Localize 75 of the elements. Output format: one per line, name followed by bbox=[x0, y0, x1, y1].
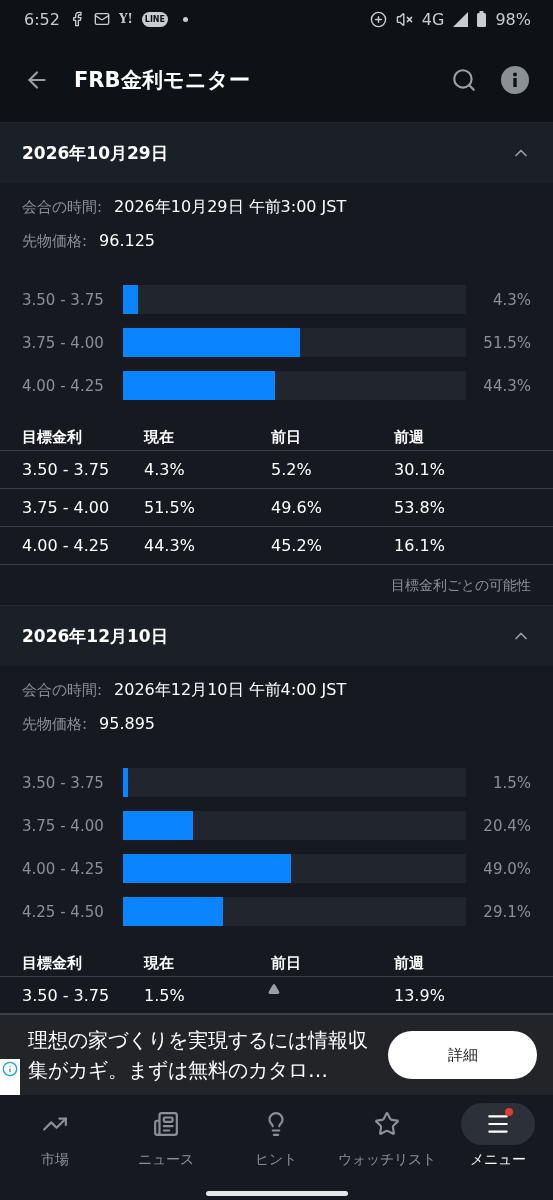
meeting-date: 2026年12月10日 bbox=[22, 624, 169, 648]
column-header: 現在 bbox=[144, 953, 175, 973]
column-header: 目標金利 bbox=[22, 427, 83, 447]
rate-range-label: 4.00 - 4.25 bbox=[22, 376, 105, 395]
nav-tab[interactable]: 市場 bbox=[0, 1103, 111, 1169]
probability-value: 51.5% bbox=[482, 333, 531, 352]
table-cell-text: 53.8% bbox=[394, 498, 446, 517]
meeting-time: 2026年12月10日 午前4:00 JST bbox=[114, 680, 347, 701]
futures-price-label: 先物価格: bbox=[22, 715, 88, 734]
meeting-time: 2026年10月29日 午前3:00 JST bbox=[114, 197, 347, 218]
notification-icon: LINE bbox=[141, 11, 168, 27]
rate-range-label: 3.75 - 4.00 bbox=[22, 333, 105, 352]
probability-value: 44.3% bbox=[482, 376, 531, 395]
meeting-time-label: 会合の時間: bbox=[22, 198, 103, 217]
table-cell-text: 3.50 - 3.75 bbox=[22, 986, 111, 1005]
rate-range-label: 3.50 - 3.75 bbox=[22, 773, 105, 792]
ad-text[interactable]: 理想の家づくりを実現するには情報収集がカギ。まずは無料のカタロ… bbox=[28, 1025, 374, 1085]
data-saver-icon bbox=[369, 10, 387, 28]
meeting-date: 2026年10月29日 bbox=[22, 141, 169, 165]
battery-icon bbox=[477, 11, 487, 27]
rate-range-label: 4.00 - 4.25 bbox=[22, 859, 105, 878]
column-header: 前日 bbox=[271, 427, 302, 447]
column-header: 前週 bbox=[394, 427, 425, 447]
probability-value: 20.4% bbox=[482, 816, 531, 835]
star-icon bbox=[374, 1111, 401, 1137]
nav-tab[interactable]: ニュース bbox=[110, 1103, 222, 1169]
column-header: 前週 bbox=[394, 953, 425, 973]
probability-value: 29.1% bbox=[482, 902, 531, 921]
signal-icon bbox=[453, 11, 469, 27]
nav-tab[interactable]: ウォッチリスト bbox=[331, 1103, 443, 1169]
mute-icon bbox=[395, 10, 413, 28]
clock: 6:52 bbox=[24, 9, 60, 29]
rate-range-label: 4.25 - 4.50 bbox=[22, 902, 105, 921]
probability-value: 4.3% bbox=[491, 290, 531, 309]
table-cell-text: 13.9% bbox=[394, 986, 446, 1005]
table-cell-text: 51.5% bbox=[144, 498, 196, 517]
ad-details-button[interactable]: 詳細 bbox=[388, 1031, 537, 1079]
battery-level: 98% bbox=[495, 9, 531, 29]
column-header: 現在 bbox=[144, 427, 175, 447]
table-cell-text: 5.2% bbox=[271, 460, 313, 479]
info-button[interactable] bbox=[501, 66, 529, 94]
table-cell-text: 1.5% bbox=[144, 986, 186, 1005]
column-header: 目標金利 bbox=[22, 953, 83, 973]
column-header: 前日 bbox=[271, 953, 302, 973]
search-button[interactable] bbox=[451, 67, 477, 93]
table-cell-text: 4.00 - 4.25 bbox=[22, 536, 111, 555]
probability-value: 49.0% bbox=[482, 859, 531, 878]
notification-icon: Y! bbox=[118, 12, 133, 26]
section-header[interactable]: 2026年12月10日 bbox=[0, 605, 553, 666]
mail-icon bbox=[93, 11, 110, 27]
table-cell-text: 3.75 - 4.00 bbox=[22, 498, 111, 517]
meeting-time-label: 会合の時間: bbox=[22, 681, 103, 700]
newspaper-icon bbox=[152, 1111, 179, 1137]
probability-value: 1.5% bbox=[491, 773, 531, 792]
table-cell-text: 45.2% bbox=[271, 536, 323, 555]
nav-tab[interactable]: ヒント bbox=[221, 1103, 332, 1169]
table-cell-text: 44.3% bbox=[144, 536, 196, 555]
rate-range-label: 3.50 - 3.75 bbox=[22, 290, 105, 309]
nav-tab[interactable]: メニュー bbox=[442, 1103, 553, 1169]
more-notifications-dot bbox=[183, 16, 188, 22]
table-cell-text: 4.3% bbox=[144, 460, 186, 479]
network-type: 4G bbox=[421, 9, 445, 29]
table-cell-text: 16.1% bbox=[394, 536, 446, 555]
futures-price-label: 先物価格: bbox=[22, 232, 88, 251]
section-header[interactable]: 2026年10月29日 bbox=[0, 122, 553, 183]
ad-info-icon[interactable] bbox=[0, 1059, 20, 1095]
table-cell-text: 49.6% bbox=[271, 498, 323, 517]
futures-price: 95.895 bbox=[99, 714, 156, 733]
table-footnote: 目標金利ごとの可能性 bbox=[391, 577, 531, 595]
page-title: FRB金利モニター bbox=[74, 67, 251, 94]
futures-price: 96.125 bbox=[99, 231, 156, 250]
table-cell-text: 3.50 - 3.75 bbox=[22, 460, 111, 479]
info-icon bbox=[501, 66, 529, 94]
rate-range-label: 3.75 - 4.00 bbox=[22, 816, 105, 835]
table-cell-text: 30.1% bbox=[394, 460, 446, 479]
